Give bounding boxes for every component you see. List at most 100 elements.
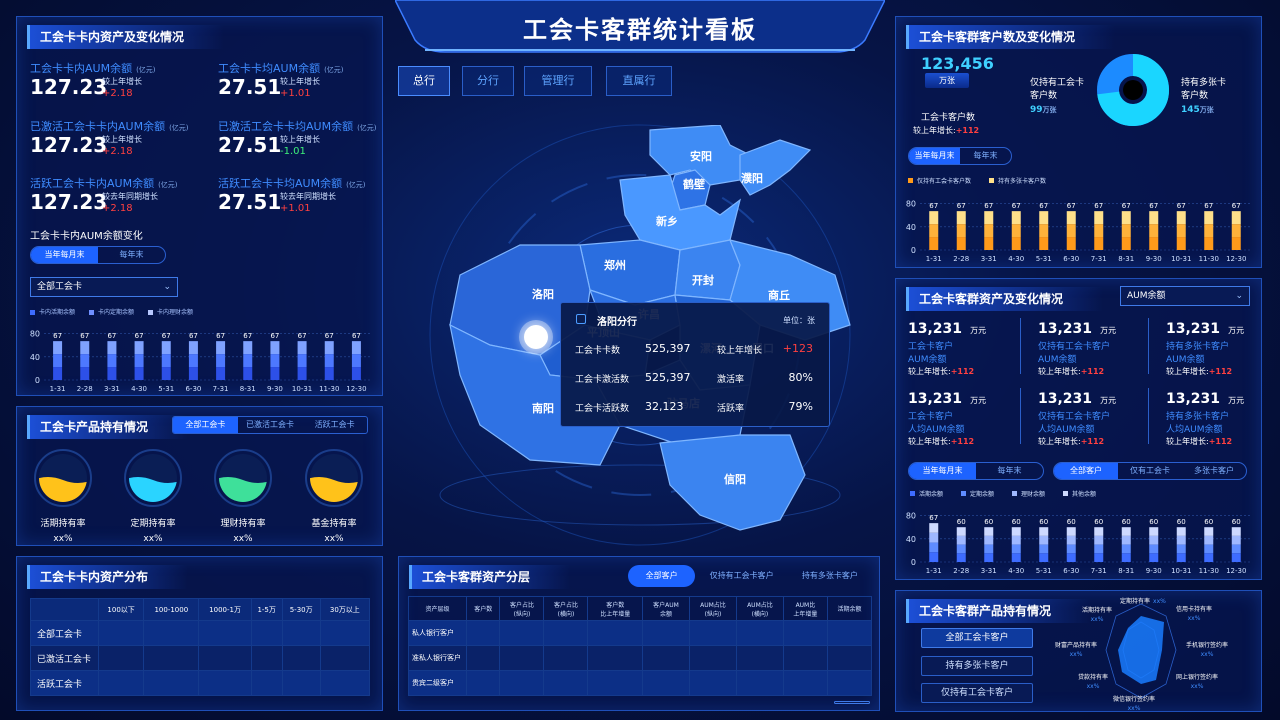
table-scrollbar[interactable]: [834, 701, 870, 704]
bar[interactable]: [297, 341, 307, 380]
x-tick-label: 11-30: [319, 385, 339, 393]
x-tick-label: 4-30: [1008, 567, 1024, 575]
bar[interactable]: [1039, 527, 1049, 562]
bar[interactable]: [1204, 211, 1214, 250]
bar[interactable]: [929, 211, 939, 250]
table-cell: [281, 645, 321, 671]
bar[interactable]: [1121, 211, 1131, 250]
bar-segment: [1066, 544, 1076, 554]
bar[interactable]: [1066, 211, 1076, 250]
city-label[interactable]: 鹤壁: [683, 176, 705, 192]
bar-segment: [80, 367, 90, 380]
bar[interactable]: [1094, 527, 1104, 562]
bar[interactable]: [1094, 211, 1104, 250]
table-row[interactable]: 私人银行客户: [408, 620, 873, 646]
bar[interactable]: [1231, 211, 1241, 250]
bar[interactable]: [1149, 527, 1159, 562]
seg-active[interactable]: 活跃工会卡: [302, 417, 367, 433]
x-tick-label: 9-30: [267, 385, 283, 393]
bar[interactable]: [1176, 527, 1186, 562]
table-cell: [642, 670, 690, 696]
bar[interactable]: [1231, 527, 1241, 562]
city-label[interactable]: 商丘: [768, 287, 790, 303]
tab-branch[interactable]: 分行: [462, 66, 514, 96]
bar[interactable]: [984, 527, 994, 562]
bar-segment: [1204, 544, 1214, 554]
selected-location-marker[interactable]: [524, 325, 548, 349]
bar[interactable]: [1011, 527, 1021, 562]
bar[interactable]: [1149, 211, 1159, 250]
bar[interactable]: [1011, 211, 1021, 250]
city-label[interactable]: 南阳: [532, 400, 554, 416]
city-label[interactable]: 濮阳: [741, 170, 763, 186]
seg-monthly[interactable]: 当年每月末: [31, 247, 98, 263]
seg-yearly[interactable]: 每年末: [98, 247, 165, 263]
bar[interactable]: [270, 341, 280, 380]
bar[interactable]: [929, 523, 939, 562]
table-cell: [143, 645, 200, 671]
table-row[interactable]: 活跃工会卡: [30, 670, 371, 696]
bar[interactable]: [956, 527, 966, 562]
seg-monthly[interactable]: 当年每月末: [909, 463, 976, 479]
btn-only-union[interactable]: 仅持有工会卡客户: [921, 683, 1033, 703]
bar[interactable]: [243, 341, 253, 380]
card-type-select[interactable]: 全部工会卡 ⌄: [30, 277, 178, 297]
city-label[interactable]: 新乡: [656, 213, 678, 229]
city-label[interactable]: 安阳: [690, 148, 712, 164]
bar[interactable]: [324, 341, 334, 380]
seg-only-union[interactable]: 仅持有工会卡客户: [695, 565, 788, 587]
city-label[interactable]: 信阳: [724, 471, 746, 487]
bar[interactable]: [351, 341, 361, 380]
bar[interactable]: [80, 341, 90, 380]
btn-multi-card[interactable]: 持有多张卡客户: [921, 656, 1033, 676]
seg-all-customers[interactable]: 全部客户: [628, 565, 696, 587]
seg-yearly[interactable]: 每年末: [960, 148, 1011, 164]
bar[interactable]: [1121, 527, 1131, 562]
bar[interactable]: [1039, 211, 1049, 250]
bar[interactable]: [1176, 211, 1186, 250]
city-label[interactable]: 开封: [692, 272, 714, 288]
seg-all-customers[interactable]: 全部客户: [1054, 463, 1118, 479]
table-row[interactable]: 贵宾二级客户: [408, 670, 873, 696]
metric-label-2: AUM余额: [1038, 355, 1077, 365]
city-label[interactable]: 洛阳: [532, 286, 554, 302]
seg-yearly[interactable]: 每年末: [976, 463, 1043, 479]
bar-segment: [1121, 237, 1131, 250]
bar[interactable]: [1204, 527, 1214, 562]
seg-monthly[interactable]: 当年每月末: [909, 148, 960, 164]
btn-all-customers[interactable]: 全部工会卡客户: [921, 628, 1033, 648]
tab-head-office[interactable]: 总行: [398, 66, 450, 96]
table-row[interactable]: 已激活工会卡: [30, 645, 371, 671]
bar[interactable]: [53, 341, 63, 380]
city-label[interactable]: 郑州: [604, 257, 626, 273]
table-row[interactable]: 全部工会卡: [30, 620, 371, 646]
bar[interactable]: [107, 341, 117, 380]
metric-select[interactable]: AUM余额 ⌄: [1120, 286, 1250, 306]
y-tick-label: 80: [906, 512, 916, 521]
seg-multi-card[interactable]: 持有多张卡客户: [788, 565, 872, 587]
seg-only-union[interactable]: 仅有工会卡: [1118, 463, 1182, 479]
bar-segment: [324, 341, 334, 355]
x-tick-label: 3-31: [981, 567, 997, 575]
tab-management[interactable]: 管理行: [524, 66, 592, 96]
bar-segment: [1176, 544, 1186, 554]
bar[interactable]: [188, 341, 198, 380]
table-row[interactable]: 准私人银行客户: [408, 645, 873, 671]
bar[interactable]: [984, 211, 994, 250]
bar[interactable]: [216, 341, 226, 380]
region-kaifeng[interactable]: [674, 239, 741, 301]
legend-item: 卡内定期余额: [89, 307, 134, 316]
seg-all-cards[interactable]: 全部工会卡: [173, 417, 238, 433]
tab-direct[interactable]: 直属行: [606, 66, 672, 96]
x-tick-label: 12-30: [346, 385, 366, 393]
bar-segment: [216, 341, 226, 355]
bar[interactable]: [956, 211, 966, 250]
bar[interactable]: [134, 341, 144, 380]
x-tick-label: 9-30: [1146, 567, 1162, 575]
bar[interactable]: [161, 341, 171, 380]
seg-activated[interactable]: 已激活工会卡: [238, 417, 303, 433]
bar[interactable]: [1066, 527, 1076, 562]
region-puyang[interactable]: [739, 139, 812, 196]
seg-multi-card[interactable]: 多张卡客户: [1182, 463, 1246, 479]
metric-unit: 万元: [1228, 326, 1245, 335]
